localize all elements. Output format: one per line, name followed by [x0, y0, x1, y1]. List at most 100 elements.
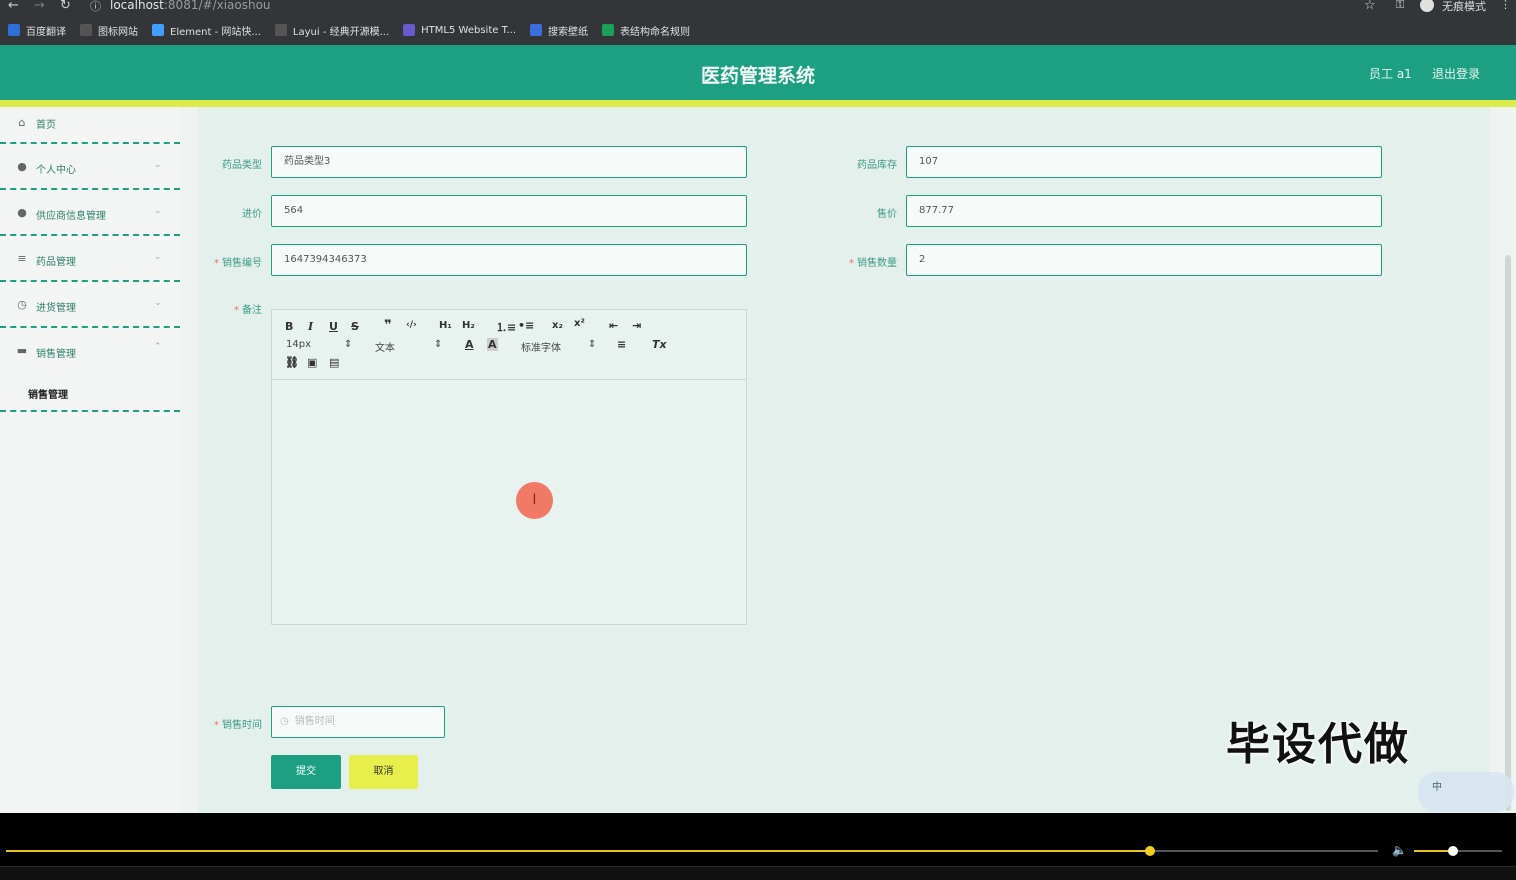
chevron-down-icon: ⌄ — [154, 252, 162, 262]
url-text[interactable]: localhost:8081/#/xiaoshou — [110, 0, 271, 12]
stock-field[interactable]: 107 — [906, 146, 1382, 178]
video-icon[interactable]: ▤ — [329, 356, 339, 369]
paragraph-chevron-icon[interactable]: ⇕ — [434, 339, 442, 350]
outdent-icon[interactable]: ⇤ — [609, 319, 618, 332]
mouse-cursor-indicator: I — [516, 482, 553, 519]
sidebar-item-supplier[interactable]: ● 供应商信息管理 ⌄ — [0, 190, 180, 236]
remark-editor[interactable]: B I U S ❞ ‹/› H₁ H₂ ⒈≡ •≡ x₂ x² ⇤ ⇥ 14px… — [271, 309, 747, 625]
font-size-chevron-icon[interactable]: ⇕ — [344, 339, 352, 350]
heading1-icon[interactable]: H₁ — [439, 320, 452, 331]
bookmark-label: 图标网站 — [98, 26, 138, 38]
taskbar — [0, 866, 1516, 880]
required-mark: * — [849, 258, 854, 269]
editor-toolbar: B I U S ❞ ‹/› H₁ H₂ ⒈≡ •≡ x₂ x² ⇤ ⇥ 14px… — [272, 310, 746, 380]
stock-label: 药品库存 — [857, 160, 897, 171]
bullet-list-icon[interactable]: •≡ — [518, 319, 534, 332]
bookmark-item[interactable]: Element - 网站快... — [152, 20, 261, 40]
link-icon[interactable]: ⛓ — [285, 356, 299, 369]
header-accent-band — [0, 100, 1516, 107]
background-color-icon[interactable]: A — [487, 338, 498, 351]
font-family-select[interactable]: 标准字体 — [521, 339, 561, 354]
code-icon[interactable]: ‹/› — [406, 320, 417, 330]
star-icon[interactable]: ☆ — [1364, 0, 1376, 13]
text-color-icon[interactable]: A — [465, 338, 474, 351]
subscript-icon[interactable]: x₂ — [552, 320, 563, 331]
clear-format-icon[interactable]: Tx — [652, 338, 667, 351]
italic-icon[interactable]: I — [308, 320, 313, 333]
strike-icon[interactable]: S — [351, 320, 359, 333]
sidebar-item-drugs[interactable]: ≡ 药品管理 ⌄ — [0, 236, 180, 282]
image-icon[interactable]: ▣ — [307, 356, 317, 369]
sidebar-subitem-sales[interactable]: 销售管理 — [28, 386, 68, 401]
sidebar-item-purchase[interactable]: ◷ 进货管理 ⌄ — [0, 282, 180, 328]
sale-no-field[interactable]: 1647394346373 — [271, 244, 747, 276]
required-mark: * — [214, 720, 219, 731]
paragraph-select[interactable]: 文本 — [375, 339, 395, 354]
current-user[interactable]: 员工 a1 — [1369, 65, 1412, 82]
sale-time-picker[interactable]: ◷ 销售时间 — [271, 706, 445, 738]
sale-time-placeholder: 销售时间 — [294, 716, 335, 727]
page-scrollbar[interactable] — [1505, 255, 1511, 811]
dashboard-icon: ◷ — [17, 298, 27, 311]
ordered-list-icon[interactable]: ⒈≡ — [496, 319, 516, 335]
bookmark-item[interactable]: 表结构命名规则 — [602, 20, 690, 40]
quote-icon[interactable]: ❞ — [384, 318, 392, 333]
element-icon — [152, 24, 164, 36]
underline-icon[interactable]: U — [329, 320, 338, 333]
progress-remaining[interactable] — [1150, 850, 1378, 852]
logout-button[interactable]: 退出登录 — [1432, 65, 1480, 82]
volume-icon[interactable]: 🔈 — [1392, 843, 1407, 857]
browser-chrome: ← → ↻ ⓘ localhost:8081/#/xiaoshou ☆ ⚿ 无痕… — [0, 0, 1516, 45]
bookmark-item[interactable]: Layui - 经典开源模... — [274, 20, 389, 40]
info-icon[interactable]: ⓘ — [90, 0, 101, 14]
submit-button[interactable]: 提交 — [271, 755, 341, 789]
chevron-up-icon: ⌃ — [154, 342, 162, 352]
indent-icon[interactable]: ⇥ — [632, 319, 641, 332]
cancel-button[interactable]: 取消 — [349, 755, 418, 789]
bookmark-item[interactable]: 图标网站 — [80, 20, 138, 40]
required-mark: * — [234, 305, 239, 316]
forward-icon[interactable]: → — [34, 0, 45, 13]
sale-qty-field[interactable]: 2 — [906, 244, 1382, 276]
html5-icon — [403, 24, 416, 36]
chevron-down-icon: ⌄ — [154, 160, 162, 170]
ime-widget[interactable]: 中 — [1418, 772, 1514, 812]
sidebar-item-profile[interactable]: ● 个人中心 ⌄ — [0, 144, 180, 190]
purchase-price-field[interactable]: 564 — [271, 195, 747, 227]
bookmark-item[interactable]: 百度翻译 — [8, 20, 66, 40]
briefcase-icon: ▬ — [16, 344, 28, 357]
progress-played[interactable] — [6, 850, 1150, 852]
sidebar-item-sales[interactable]: ▬ 销售管理 ⌃ 销售管理 — [0, 328, 180, 412]
bookmark-label: Element - 网站快... — [170, 26, 261, 38]
bookmark-item[interactable]: 搜索壁纸 — [530, 20, 588, 40]
font-size-select[interactable]: 14px — [286, 339, 311, 350]
bookmark-item[interactable]: HTML5 Website T... — [403, 20, 516, 40]
browser-menu-icon[interactable]: ⋮ — [1500, 0, 1511, 11]
remark-label: * 备注 — [234, 305, 262, 316]
flag-icon — [80, 24, 92, 36]
back-icon[interactable]: ← — [8, 0, 19, 13]
sale-time-label: * 销售时间 — [214, 720, 262, 731]
sidebar-item-home[interactable]: ⌂ 首页 — [0, 107, 180, 144]
align-icon[interactable]: ≡ — [617, 338, 626, 351]
font-family-chevron-icon[interactable]: ⇕ — [588, 339, 596, 350]
superscript-icon[interactable]: x² — [574, 318, 585, 329]
volume-knob[interactable] — [1448, 846, 1458, 856]
purchase-price-label: 进价 — [242, 209, 262, 220]
bookmark-label: HTML5 Website T... — [421, 24, 517, 36]
incognito-icon — [1420, 0, 1434, 12]
progress-knob[interactable] — [1145, 846, 1155, 856]
bookmark-label: 表结构命名规则 — [620, 26, 691, 38]
sidebar: ⌂ 首页 ● 个人中心 ⌄ ● 供应商信息管理 ⌄ ≡ 药品管理 ⌄ ◷ 进货管… — [0, 107, 180, 813]
incognito-label: 无痕模式 — [1442, 0, 1486, 13]
heading2-icon[interactable]: H₂ — [462, 320, 475, 331]
sale-qty-label: * 销售数量 — [849, 258, 897, 269]
key-icon[interactable]: ⚿ — [1396, 0, 1404, 12]
sale-no-label: * 销售编号 — [214, 258, 262, 269]
bold-icon[interactable]: B — [285, 320, 293, 333]
sale-price-field[interactable]: 877.77 — [906, 195, 1382, 227]
reload-icon[interactable]: ↻ — [60, 0, 71, 13]
drug-type-field[interactable]: 药品类型3 — [271, 146, 747, 178]
bookmarks-bar: 百度翻译 图标网站 Element - 网站快... Layui - 经典开源模...… — [0, 20, 1516, 40]
volume-remaining[interactable] — [1454, 850, 1502, 852]
